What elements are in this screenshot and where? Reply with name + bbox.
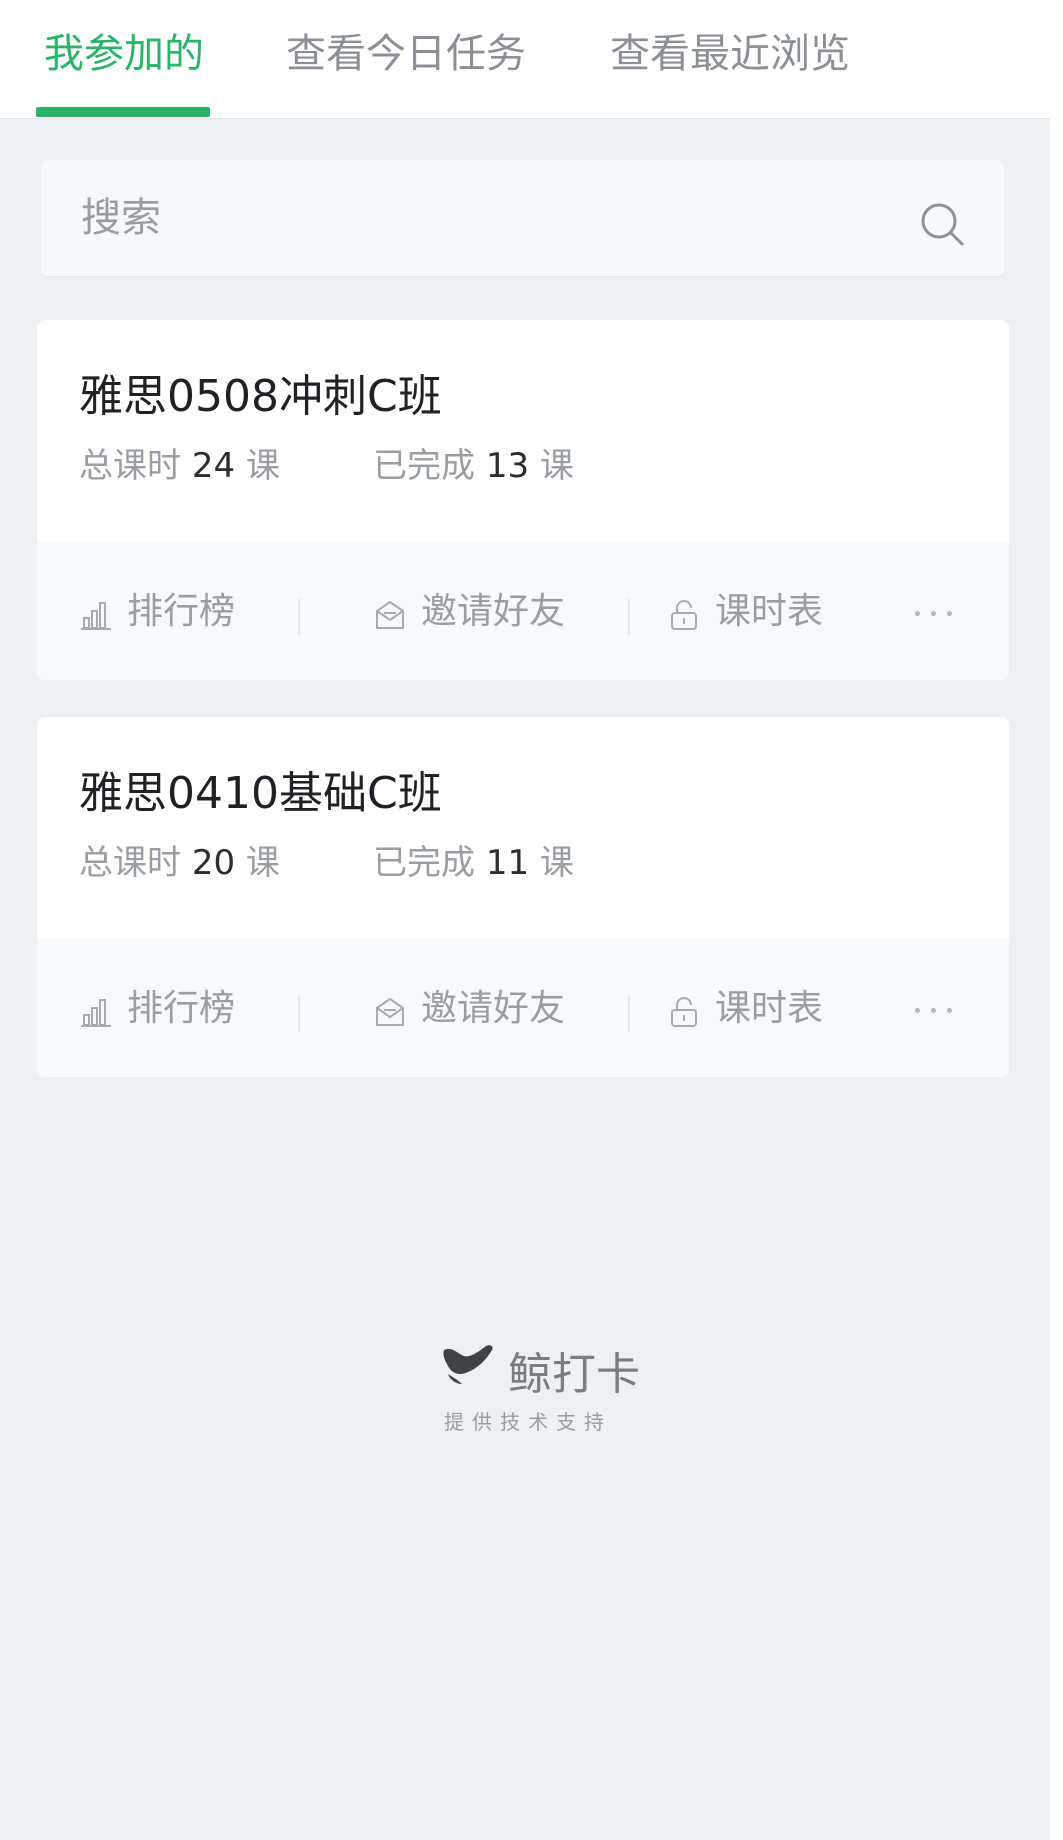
completed-lessons: 已完成 13 课 <box>373 438 574 487</box>
tab-recent-views[interactable]: 查看最近浏览 <box>610 24 850 84</box>
invite-friends-label: 邀请好友 <box>421 591 566 632</box>
ranking-label: 排行榜 <box>127 988 236 1029</box>
brand-name: 鲸打卡 <box>508 1349 640 1400</box>
completed-lessons-count: 13 <box>485 446 530 486</box>
schedule-label: 课时表 <box>715 591 824 632</box>
more-dots-icon[interactable] <box>909 989 959 1029</box>
completed-lessons-count: 11 <box>485 843 530 883</box>
divider <box>298 599 300 635</box>
class-card-header[interactable]: 雅思0508冲刺C班 总课时 24 课 已完成 13 课 <box>37 320 1009 542</box>
completed-lessons-unit: 课 <box>539 843 574 883</box>
schedule-label: 课时表 <box>715 988 824 1029</box>
class-card[interactable]: 雅思0410基础C班 总课时 20 课 已完成 11 课 排行榜 邀请好友 课时… <box>37 717 1009 1077</box>
total-lessons-count: 20 <box>191 843 236 883</box>
bar-chart-icon <box>81 602 111 630</box>
search-icon[interactable] <box>918 200 966 248</box>
search-input[interactable] <box>81 188 901 248</box>
tab-joined[interactable]: 我参加的 <box>44 24 204 84</box>
divider <box>628 599 630 635</box>
more-dots-icon[interactable] <box>909 592 959 632</box>
lock-icon <box>671 997 697 1027</box>
whale-logo-icon <box>443 1345 493 1384</box>
class-card-header[interactable]: 雅思0410基础C班 总课时 20 课 已完成 11 课 <box>37 717 1009 939</box>
lock-icon <box>671 600 697 630</box>
completed-lessons-label: 已完成 <box>373 446 475 486</box>
total-lessons-unit: 课 <box>245 843 280 883</box>
class-title: 雅思0508冲刺C班 <box>79 371 442 422</box>
total-lessons-count: 24 <box>191 446 236 486</box>
class-card-actions: 排行榜 邀请好友 课时表 <box>37 542 1009 680</box>
divider <box>298 996 300 1032</box>
total-lessons: 总课时 20 课 <box>79 835 280 884</box>
envelope-icon <box>376 998 404 1026</box>
completed-lessons: 已完成 11 课 <box>373 835 574 884</box>
tab-bar: 我参加的 查看今日任务 查看最近浏览 <box>0 0 1050 119</box>
total-lessons-label: 总课时 <box>79 446 181 486</box>
completed-lessons-label: 已完成 <box>373 843 475 883</box>
ranking-label: 排行榜 <box>127 591 236 632</box>
invite-friends-label: 邀请好友 <box>421 988 566 1029</box>
class-card[interactable]: 雅思0508冲刺C班 总课时 24 课 已完成 13 课 排行榜 邀请好友 课时… <box>37 320 1009 680</box>
class-title: 雅思0410基础C班 <box>79 768 442 819</box>
total-lessons: 总课时 24 课 <box>79 438 280 487</box>
completed-lessons-unit: 课 <box>539 446 574 486</box>
powered-by-text: 提供技术支持 <box>444 1410 612 1434</box>
divider <box>628 996 630 1032</box>
app-screen: 我参加的 查看今日任务 查看最近浏览 雅思0508冲刺C班 总课时 24 课 已… <box>0 0 1050 1840</box>
tab-today-tasks[interactable]: 查看今日任务 <box>286 24 526 84</box>
active-tab-indicator <box>36 107 210 117</box>
envelope-icon <box>376 601 404 629</box>
class-card-actions: 排行榜 邀请好友 课时表 <box>37 939 1009 1077</box>
search-bar[interactable] <box>41 160 1004 276</box>
total-lessons-label: 总课时 <box>79 843 181 883</box>
total-lessons-unit: 课 <box>245 446 280 486</box>
screen-edge <box>1050 0 1063 1840</box>
bar-chart-icon <box>81 999 111 1027</box>
